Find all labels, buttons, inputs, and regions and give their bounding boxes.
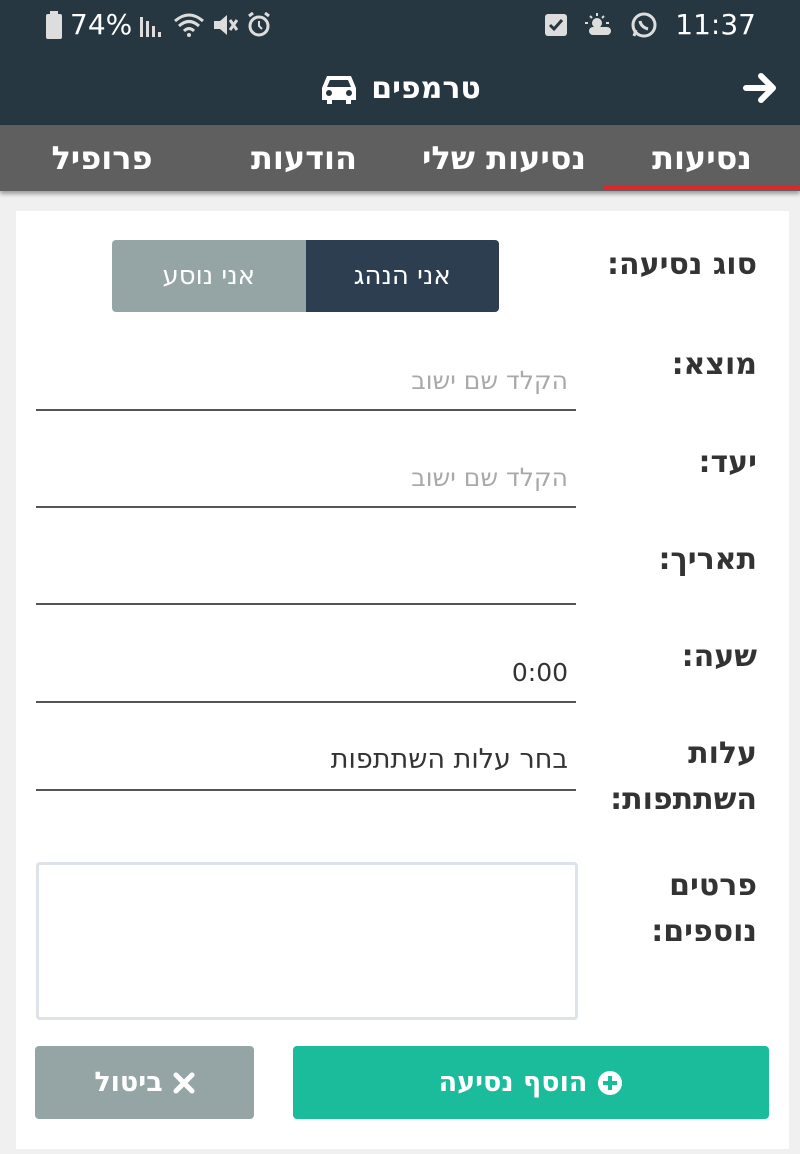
car-icon	[319, 72, 359, 106]
details-textarea[interactable]	[36, 862, 578, 1020]
app-title-group: טרמפים	[0, 52, 800, 125]
date-input[interactable]	[36, 536, 576, 605]
status-right: 11:37	[545, 8, 756, 41]
back-arrow-icon[interactable]	[742, 70, 778, 106]
time-input[interactable]: 0:00	[36, 633, 576, 703]
passenger-option-button[interactable]: אני נוסע	[112, 240, 306, 312]
close-icon	[173, 1072, 195, 1094]
mute-icon	[212, 13, 239, 37]
signal-icon	[140, 13, 166, 37]
tab-messages[interactable]: הודעות	[204, 125, 404, 191]
destination-input[interactable]: הקלד שם ישוב	[36, 439, 576, 508]
date-label: תאריך:	[658, 542, 757, 577]
time-value: 0:00	[511, 658, 568, 687]
add-ride-button[interactable]: הוסף נסיעה	[293, 1046, 769, 1119]
battery-icon	[46, 10, 62, 39]
destination-label: יעד:	[698, 445, 757, 480]
tab-bar: נסיעות נסיעות שלי הודעות פרופיל	[0, 125, 800, 191]
checkbox-icon	[545, 13, 568, 36]
battery-percent: 74%	[70, 8, 133, 41]
whatsapp-icon	[631, 12, 657, 38]
destination-placeholder: הקלד שם ישוב	[411, 463, 568, 492]
weather-icon	[585, 12, 613, 37]
cancel-button[interactable]: ביטול	[35, 1046, 254, 1119]
ride-type-toggle: אני נוסע אני הנהג	[112, 240, 499, 312]
tab-rides[interactable]: נסיעות	[604, 125, 800, 191]
wifi-icon	[174, 13, 205, 37]
cancel-label: ביטול	[94, 1067, 163, 1098]
alarm-icon	[246, 11, 272, 38]
origin-input[interactable]: הקלד שם ישוב	[36, 341, 576, 411]
time-label: שעה:	[681, 639, 757, 674]
ride-type-label: סוג נסיעה:	[607, 247, 757, 282]
status-time: 11:37	[675, 8, 756, 41]
app-bar: טרמפים	[0, 52, 800, 125]
add-ride-label: הוסף נסיעה	[438, 1067, 588, 1098]
cost-label: עלות השתתפות:	[610, 736, 757, 817]
origin-label: מוצא:	[671, 347, 757, 382]
tab-profile[interactable]: פרופיל	[0, 125, 204, 191]
tab-my-rides[interactable]: נסיעות שלי	[404, 125, 604, 191]
details-label: פרטים נוספים:	[651, 868, 757, 949]
cost-value: בחר עלות השתתפות	[330, 744, 568, 775]
status-left: 74%	[46, 8, 272, 41]
add-ride-form: סוג נסיעה: אני נוסע אני הנהג מוצא: הקלד …	[16, 211, 789, 1149]
plus-circle-icon	[597, 1070, 623, 1096]
cost-select[interactable]: בחר עלות השתתפות	[36, 731, 576, 791]
driver-option-button[interactable]: אני הנהג	[305, 240, 499, 312]
status-bar: 74% 11:37	[0, 0, 800, 52]
origin-placeholder: הקלד שם ישוב	[411, 366, 568, 395]
app-title: טרמפים	[371, 71, 481, 106]
